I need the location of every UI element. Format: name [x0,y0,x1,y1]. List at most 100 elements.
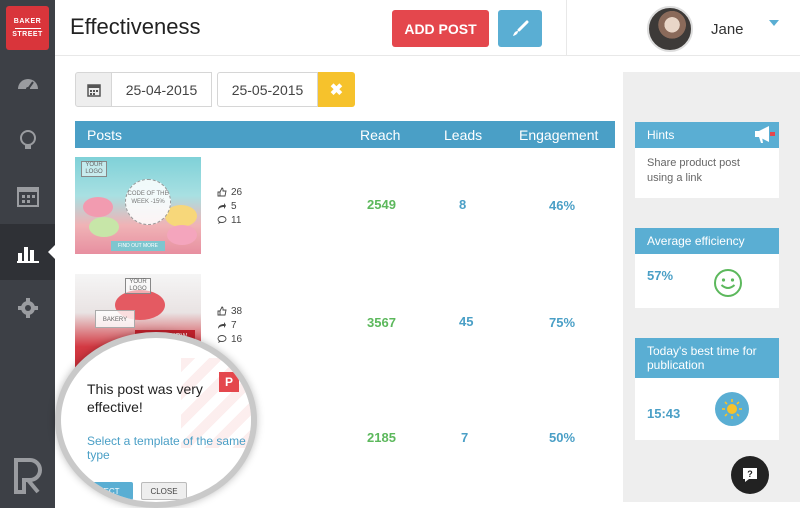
logo-line-1: BAKER [13,17,42,25]
logo-divider [14,27,41,29]
sidebar-item-settings[interactable] [0,280,55,336]
select-template-link[interactable]: Select a template of the same type [87,434,251,462]
social-stats: 38 7 16 [217,304,242,346]
popup-select-button[interactable]: SELECT [75,482,133,500]
shares-count: 7 [231,319,237,331]
close-icon: ✖ [329,81,344,99]
brand-r-logo [14,458,42,494]
smiley-icon [714,269,742,297]
header-divider [566,0,567,56]
column-header-leads[interactable]: Leads [444,127,482,143]
hints-title: Hints [647,128,675,142]
likes-stat: 26 [217,185,242,199]
best-time-card: Today's best time for publication 15:43 [635,338,779,440]
avatar[interactable] [647,6,693,52]
average-efficiency-card: Average efficiency 57% [635,228,779,308]
table-row[interactable]: YOUR LOGO CODE OF THE WEEK -15% FIND OUT… [75,157,615,267]
engagement-value: 50% [549,430,576,445]
calendar-icon [16,187,39,207]
best-time-value: 15:43 [647,406,681,421]
thumb-cta: FIND OUT MORE [111,241,165,251]
popup-title: This post was very effective! [87,381,203,415]
insights-panel: Hints Share product post using a link Av… [623,72,800,502]
shares-stat: 5 [217,199,242,213]
reach-value: 2549 [367,197,396,212]
sun-badge [715,392,749,426]
page-title: Effectiveness [70,14,201,39]
best-time-body: 15:43 [635,378,779,431]
thumbs-up-icon [217,187,227,197]
sidebar-item-dashboard[interactable] [0,56,55,112]
hints-text: Share product post using a link [647,157,740,184]
header: Effectiveness ADD POST Jane [55,0,800,56]
comment-icon [217,216,227,224]
sidebar: BAKER STREET [0,0,56,508]
hints-card-header: Hints [635,122,779,148]
chevron-down-icon[interactable] [769,20,779,26]
effectiveness-popup: P This post was very effective! Select a… [55,332,257,508]
average-efficiency-value: 57% [647,268,674,283]
macaron-decoration [89,217,119,237]
average-efficiency-body: 57% [635,254,779,293]
leads-value: 45 [459,314,474,329]
shares-count: 5 [231,200,237,212]
svg-text:?: ? [747,469,753,479]
reach-value: 3567 [367,315,396,330]
average-efficiency-header: Average efficiency [635,228,779,254]
share-icon [218,322,226,329]
likes-count: 38 [231,305,243,317]
engagement-value: 46% [549,198,576,213]
customize-button[interactable] [498,10,542,47]
column-header-engagement[interactable]: Engagement [519,127,598,143]
leads-value: 7 [461,430,469,445]
sidebar-item-effectiveness[interactable] [0,224,56,280]
baker-street-logo[interactable]: BAKER STREET [6,6,49,50]
comments-stat: 11 [217,213,242,227]
thumb-bakery-label: BAKERY [95,310,135,328]
macaron-decoration [83,197,113,217]
popup-close-button[interactable]: CLOSE [141,482,187,500]
date-to-input[interactable] [217,72,318,107]
sidebar-item-calendar[interactable] [0,168,55,224]
likes-stat: 38 [217,304,242,318]
column-header-reach[interactable]: Reach [360,127,400,143]
help-chat-icon: ? [743,468,757,482]
calendar-icon [86,83,101,97]
likes-count: 26 [231,186,243,198]
bar-chart-icon [16,247,39,263]
column-header-posts[interactable]: Posts [87,127,122,143]
thumbs-up-icon [217,306,227,316]
date-from-input[interactable] [111,72,212,107]
comments-count: 16 [231,333,243,345]
best-time-header: Today's best time for publication [635,338,779,378]
comments-stat: 16 [217,332,242,346]
megaphone-icon [755,126,775,143]
user-name[interactable]: Jane [711,21,744,38]
comment-icon [217,335,227,343]
reach-value: 2185 [367,430,396,445]
thumb-code-badge: CODE OF THE WEEK -15% [125,179,171,225]
shares-stat: 7 [217,318,242,332]
dashboard-icon [17,79,38,91]
brush-icon [513,20,529,36]
sun-icon [722,399,742,419]
engagement-value: 75% [549,315,576,330]
calendar-button[interactable] [75,72,112,107]
leads-value: 8 [459,197,467,212]
help-button[interactable]: ? [731,456,769,494]
logo-line-2: STREET [12,30,43,38]
hints-card: Hints Share product post using a link [635,122,779,198]
share-icon [218,203,226,210]
macaron-decoration [167,225,197,245]
gear-icon [17,298,38,318]
lightbulb-icon [19,130,36,149]
thumb-logo-placeholder: YOUR LOGO [125,278,151,294]
social-stats: 26 5 11 [217,185,242,227]
add-post-button[interactable]: ADD POST [392,10,489,47]
post-thumbnail[interactable]: YOUR LOGO CODE OF THE WEEK -15% FIND OUT… [75,157,201,254]
sidebar-item-ideas[interactable] [0,112,55,168]
thumb-logo-placeholder: YOUR LOGO [81,161,107,177]
comments-count: 11 [231,214,242,226]
table-header: Posts Reach Leads Engagement [75,121,615,148]
clear-dates-button[interactable]: ✖ [318,72,355,107]
